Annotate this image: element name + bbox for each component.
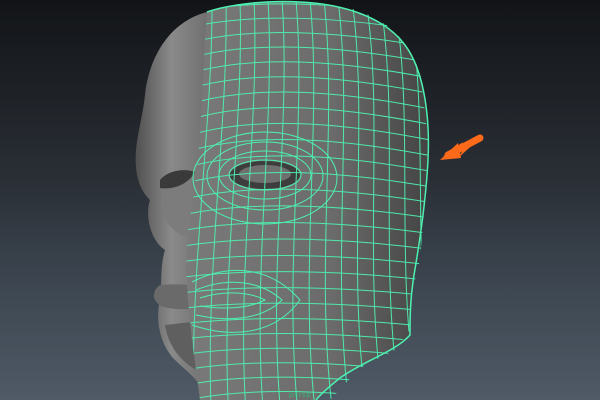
pointer-arrow-icon (440, 134, 484, 160)
head-right-half[interactable] (186, 1, 429, 400)
scene-canvas[interactable] (0, 0, 600, 400)
camera-name-label: persp (288, 391, 312, 399)
maya-viewport[interactable]: persp (0, 0, 600, 400)
wire-column (421, 2, 428, 400)
